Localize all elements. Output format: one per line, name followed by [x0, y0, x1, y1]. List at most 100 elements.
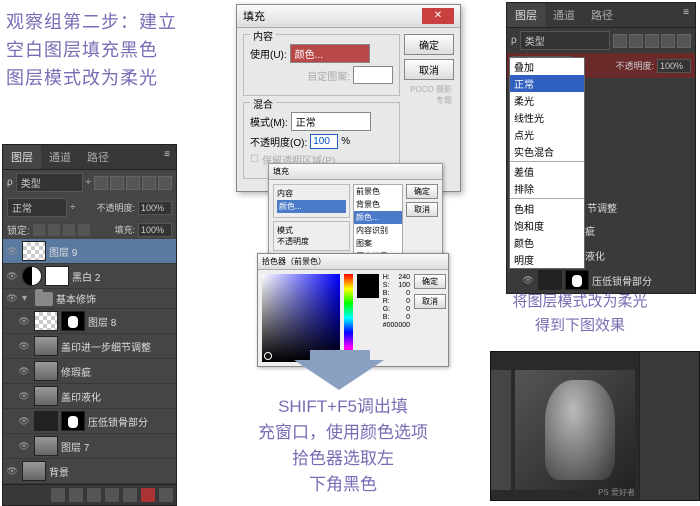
lock-pixel-icon[interactable]	[48, 224, 60, 236]
filter-pixel-icon[interactable]	[94, 176, 108, 190]
list-item[interactable]: 颜色	[510, 234, 584, 251]
filter-type-select[interactable]: 类型	[520, 31, 610, 50]
hue-slider[interactable]	[344, 274, 353, 362]
g-input[interactable]: 0	[406, 306, 410, 313]
group-icon[interactable]	[123, 488, 137, 502]
h-input[interactable]: 240	[398, 274, 410, 281]
filter-adjust-icon[interactable]	[110, 176, 124, 190]
list-item[interactable]: 色相	[510, 200, 584, 217]
panel-menu-icon[interactable]: ≡	[677, 3, 695, 27]
visibility-icon[interactable]: 👁	[17, 389, 31, 403]
visibility-icon[interactable]: 👁	[17, 439, 31, 453]
list-item[interactable]: 排除	[510, 180, 584, 197]
tab-channels[interactable]: 通道	[545, 3, 583, 27]
layer-thumb[interactable]	[538, 270, 562, 290]
filter-icon[interactable]	[645, 34, 659, 48]
filter-icon[interactable]	[613, 34, 627, 48]
panel-menu-icon[interactable]: ≡	[158, 145, 176, 169]
tab-layers[interactable]: 图层	[3, 145, 41, 169]
list-item[interactable]: 正常	[510, 75, 584, 92]
pattern-swatch[interactable]	[353, 66, 393, 84]
filter-shape-icon[interactable]	[142, 176, 156, 190]
use-dropdown-list[interactable]: 前景色 背景色 颜色... 内容识别 图案 历史记录	[353, 184, 403, 264]
list-item[interactable]: 前景色	[354, 185, 402, 198]
r-input[interactable]: 0	[406, 298, 410, 305]
visibility-icon[interactable]: 👁	[17, 339, 31, 353]
list-item[interactable]: 差值	[510, 163, 584, 180]
blend-mode-dropdown[interactable]: 叠加 正常 柔光 线性光 点光 实色混合 差值 排除 色相 饱和度 颜色 明度	[509, 57, 585, 269]
visibility-icon[interactable]: 👁	[5, 269, 19, 283]
layer-item[interactable]: 👁 修瑕疵	[3, 359, 176, 384]
opacity-input[interactable]: 100%	[657, 59, 691, 73]
mask-thumb[interactable]	[45, 266, 69, 286]
lock-pos-icon[interactable]	[63, 224, 75, 236]
layer-item[interactable]: 👁 图层 8	[3, 309, 176, 334]
blend-mode-select[interactable]: 正常	[7, 198, 67, 217]
ok-button[interactable]: 确定	[404, 34, 454, 55]
visibility-icon[interactable]: 👁	[5, 292, 19, 306]
fill-input[interactable]: 100%	[138, 223, 172, 237]
link-icon[interactable]	[51, 488, 65, 502]
filter-smart-icon[interactable]	[158, 176, 172, 190]
visibility-icon[interactable]: 👁	[17, 314, 31, 328]
use-select[interactable]: 颜色...	[290, 44, 370, 63]
visibility-icon[interactable]: 👁	[17, 414, 31, 428]
opacity-input[interactable]: 100%	[138, 201, 172, 215]
list-item[interactable]: 背景色	[354, 198, 402, 211]
layer-thumb[interactable]	[22, 461, 46, 481]
list-item[interactable]: 颜色...	[354, 211, 402, 224]
filter-type-select[interactable]: 类型	[16, 173, 83, 192]
cancel-button[interactable]: 取消	[414, 294, 446, 309]
tab-channels[interactable]: 通道	[41, 145, 79, 169]
ok-button[interactable]: 确定	[406, 184, 438, 199]
list-item[interactable]: 柔光	[510, 92, 584, 109]
delete-icon[interactable]	[159, 488, 173, 502]
layer-thumb[interactable]	[34, 336, 58, 356]
list-item[interactable]: 点光	[510, 126, 584, 143]
tab-paths[interactable]: 路径	[79, 145, 117, 169]
layer-thumb[interactable]	[22, 241, 46, 261]
layer-item[interactable]: 👁 背景	[3, 459, 176, 484]
layer-thumb[interactable]	[34, 361, 58, 381]
folder-toggle-icon[interactable]: ▾	[22, 293, 32, 304]
layer-thumb[interactable]	[34, 386, 58, 406]
layer-thumb[interactable]	[34, 411, 58, 431]
adjustment-icon[interactable]	[105, 488, 119, 502]
layer-item[interactable]: 👁 盖印液化	[3, 384, 176, 409]
layer-item[interactable]: 👁 图层 7	[3, 434, 176, 459]
dialog-titlebar[interactable]: 填充 ✕	[237, 5, 460, 28]
mask-thumb[interactable]	[61, 411, 85, 431]
layer-thumb[interactable]	[34, 311, 58, 331]
layer-thumb[interactable]	[34, 436, 58, 456]
visibility-icon[interactable]: 👁	[17, 364, 31, 378]
list-item[interactable]: 线性光	[510, 109, 584, 126]
close-icon[interactable]: ✕	[422, 8, 454, 24]
layer-item[interactable]: 👁 黑白 2	[3, 264, 176, 289]
color-field[interactable]	[262, 274, 340, 362]
tab-paths[interactable]: 路径	[583, 3, 621, 27]
layer-item[interactable]: 👁 压低锁骨部分	[3, 409, 176, 434]
opacity-input[interactable]: 100	[310, 134, 338, 149]
list-item[interactable]: 内容识别	[354, 224, 402, 237]
s-input[interactable]: 100	[398, 282, 410, 289]
use-select[interactable]: 颜色...	[277, 200, 346, 213]
list-item[interactable]: 饱和度	[510, 217, 584, 234]
mask-icon[interactable]	[87, 488, 101, 502]
filter-icon[interactable]	[629, 34, 643, 48]
visibility-icon[interactable]: 👁	[5, 244, 19, 258]
visibility-icon[interactable]: 👁	[5, 464, 19, 478]
layer-folder[interactable]: 👁 ▾ 基本修饰	[3, 289, 176, 309]
mask-thumb[interactable]	[61, 311, 85, 331]
b-input[interactable]: 0	[406, 290, 410, 297]
mask-thumb[interactable]	[565, 270, 589, 290]
cancel-button[interactable]: 取消	[404, 59, 454, 80]
new-layer-icon[interactable]	[141, 488, 155, 502]
cancel-button[interactable]: 取消	[406, 202, 438, 217]
mode-select[interactable]: 正常	[291, 112, 371, 131]
filter-icon[interactable]	[661, 34, 675, 48]
layer-item[interactable]: 👁 图层 9	[3, 239, 176, 264]
visibility-icon[interactable]: 👁	[521, 273, 535, 287]
tab-layers[interactable]: 图层	[507, 3, 545, 27]
filter-type-icon[interactable]	[126, 176, 140, 190]
hex-input[interactable]: 000000	[387, 322, 410, 329]
